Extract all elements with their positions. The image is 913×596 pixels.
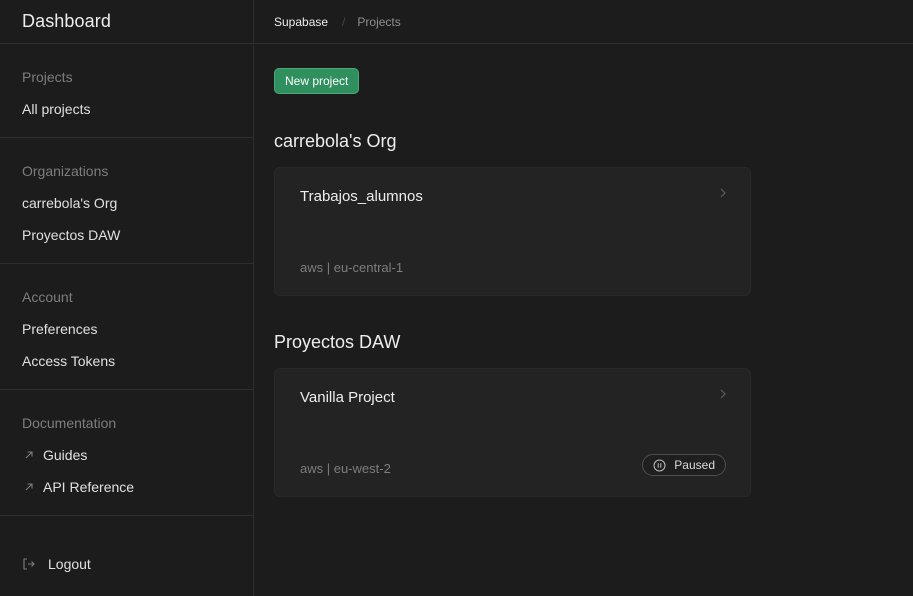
- section-title: Documentation: [22, 415, 117, 431]
- new-project-button[interactable]: New project: [274, 68, 360, 94]
- sidebar-item-label: Proyectos DAW: [22, 227, 121, 243]
- external-link-icon: [22, 480, 36, 494]
- sidebar-section-account: Account Preferences Access Tokens: [0, 264, 253, 390]
- breadcrumb-org[interactable]: Supabase: [274, 15, 328, 29]
- logout-button[interactable]: Logout: [22, 556, 91, 572]
- sidebar-item-label: All projects: [22, 101, 91, 117]
- projects-content: New project carrebola's Org Trabajos_alu…: [254, 44, 913, 521]
- status-badge: Paused: [642, 454, 726, 476]
- sidebar-item-preferences[interactable]: Preferences: [22, 320, 231, 338]
- project-region: aws | eu-west-2: [300, 461, 391, 476]
- breadcrumb: Supabase / Projects: [254, 0, 913, 44]
- app: Dashboard Projects All projects Organiza…: [0, 0, 913, 596]
- sidebar-section-projects: Projects All projects: [0, 44, 253, 138]
- logout-label: Logout: [48, 556, 91, 572]
- sidebar-item-label: Access Tokens: [22, 353, 116, 369]
- project-region: aws | eu-central-1: [300, 260, 404, 275]
- project-name: Trabajos_alumnos: [300, 188, 423, 205]
- breadcrumb-page[interactable]: Projects: [357, 15, 400, 29]
- pause-icon: [653, 459, 666, 472]
- sidebar-item-label: Guides: [43, 447, 88, 463]
- sidebar-item-proyectos-daw[interactable]: Proyectos DAW: [22, 226, 231, 244]
- sidebar-item-guides[interactable]: Guides: [22, 446, 231, 464]
- chevron-right-icon: [718, 387, 728, 401]
- status-label: Paused: [674, 458, 715, 472]
- org-title: carrebola's Org: [274, 131, 397, 151]
- breadcrumb-separator: /: [342, 14, 346, 29]
- sidebar-item-label: Preferences: [22, 321, 98, 337]
- sidebar-header: Dashboard: [0, 0, 253, 44]
- sidebar-item-api-reference[interactable]: API Reference: [22, 478, 231, 496]
- sidebar-section-organizations: Organizations carrebola's Org Proyectos …: [0, 138, 253, 264]
- sidebar-item-all-projects[interactable]: All projects: [22, 100, 231, 118]
- logout-icon: [22, 556, 38, 572]
- sidebar-item-access-tokens[interactable]: Access Tokens: [22, 352, 231, 370]
- sidebar-item-label: carrebola's Org: [22, 195, 118, 211]
- app-title[interactable]: Dashboard: [22, 11, 111, 32]
- external-link-icon: [22, 448, 36, 462]
- main-content: Supabase / Projects New project carrebol…: [254, 0, 913, 596]
- project-card-vanilla-project[interactable]: Vanilla Project aws | eu-west-2 Paused: [274, 368, 751, 497]
- org-title: Proyectos DAW: [274, 332, 401, 352]
- sidebar: Dashboard Projects All projects Organiza…: [0, 0, 254, 596]
- section-title: Projects: [22, 69, 73, 85]
- project-name: Vanilla Project: [300, 389, 395, 406]
- project-card-trabajos-alumnos[interactable]: Trabajos_alumnos aws | eu-central-1: [274, 167, 751, 296]
- sidebar-item-carrebola-org[interactable]: carrebola's Org: [22, 194, 231, 212]
- sidebar-section-documentation: Documentation Guides API Reference: [0, 390, 253, 516]
- chevron-right-icon: [718, 186, 728, 200]
- sidebar-item-label: API Reference: [43, 479, 135, 495]
- section-title: Account: [22, 289, 73, 305]
- section-title: Organizations: [22, 163, 109, 179]
